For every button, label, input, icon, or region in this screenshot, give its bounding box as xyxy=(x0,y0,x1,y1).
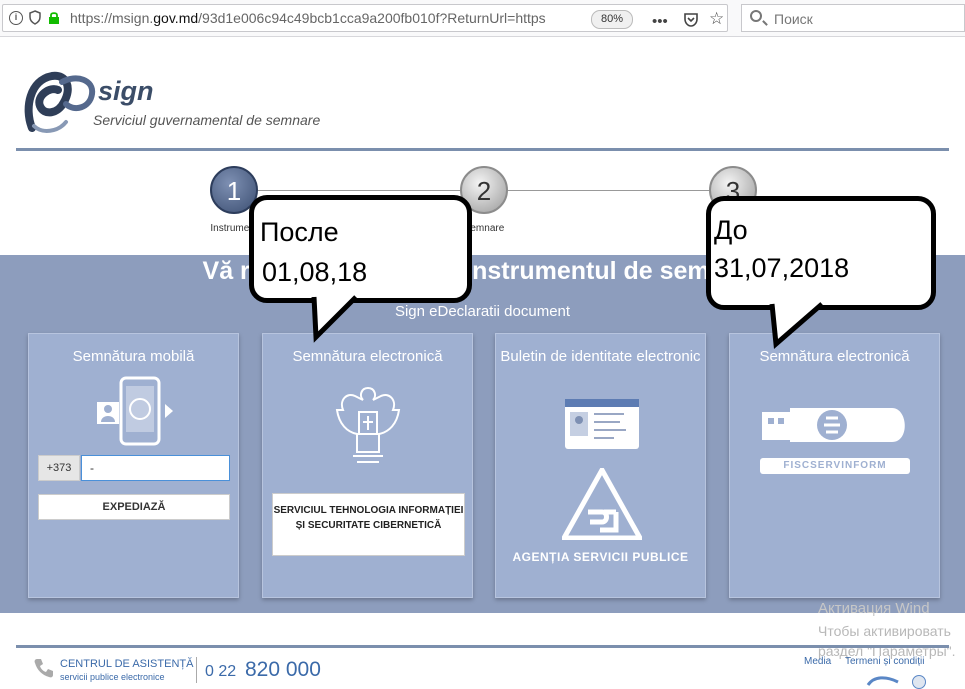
support-phone-prefix: 0 22 xyxy=(205,663,237,680)
annotation-after-line2: 01,08,18 xyxy=(262,257,368,287)
footer-divider xyxy=(16,645,949,648)
partner-logo-icon[interactable] xyxy=(866,674,900,687)
bubble-tail xyxy=(769,302,824,350)
windows-activation-line: Чтобы активировать xyxy=(818,623,951,639)
logo-subtitle: Serviciul guvernamental de semnare xyxy=(93,112,321,128)
logo-wordmark: sign xyxy=(98,76,154,106)
phone-icon xyxy=(34,659,53,678)
address-bar[interactable]: i https://msign.gov.md/93d1e006c94c49bcb… xyxy=(2,4,728,32)
id-card-icon xyxy=(565,399,639,449)
bubble-tail xyxy=(311,295,358,343)
search-icon xyxy=(750,10,762,22)
annotation-after-line1: После xyxy=(260,217,339,247)
send-button[interactable]: EXPEDIAZĂ xyxy=(38,494,230,520)
header-divider xyxy=(16,148,949,151)
card-title: Semnătura electronică xyxy=(292,348,443,365)
zoom-badge[interactable]: 80% xyxy=(591,10,633,29)
support-title[interactable]: CENTRUL DE ASISTENȚĂ xyxy=(60,658,193,670)
footer-link-media[interactable]: Media xyxy=(804,656,831,667)
msign-logo-icon[interactable] xyxy=(22,68,102,138)
url-text[interactable]: https://msign.gov.md/93d1e006c94c49bcb1c… xyxy=(70,10,555,26)
country-code-prefix: +373 xyxy=(38,455,80,481)
brand-label: FISCSERVINFORM xyxy=(783,460,887,471)
support-subtitle: servicii publice electronice xyxy=(60,672,165,682)
card-electronic-signature-fisc[interactable]: Semnătura electronică FISCSERVINFORM xyxy=(729,333,940,598)
step-connector xyxy=(508,190,710,191)
lock-icon[interactable] xyxy=(48,11,60,25)
annotation-before-line1: До xyxy=(714,215,748,245)
info-icon[interactable]: i xyxy=(9,11,23,25)
page-actions-icon[interactable]: ••• xyxy=(652,13,668,30)
support-phone-number[interactable]: 820 000 xyxy=(245,658,321,682)
card-electronic-signature-stisc[interactable]: Semnătura electronică SERVICIUL TEHNOLOG… xyxy=(262,333,473,598)
brand-badge: FISCSERVINFORM xyxy=(760,458,910,474)
footer-separator xyxy=(196,657,197,683)
moldova-coat-of-arms-icon xyxy=(335,386,401,463)
footer-link-terms[interactable]: Termeni și condiții xyxy=(845,656,924,667)
card-mobile-signature[interactable]: Semnătura mobilă +373 - EXPEDIAZĂ xyxy=(28,333,239,598)
card-title: Semnătura mobilă xyxy=(72,348,195,365)
usb-token-icon xyxy=(762,408,905,442)
card-title: Buletin de identitate electronic xyxy=(500,348,701,365)
card-title: Semnătura electronică xyxy=(759,348,910,365)
shield-icon[interactable] xyxy=(29,10,41,25)
search-input[interactable]: Поиск xyxy=(741,4,965,32)
bookmark-star-icon[interactable]: ☆ xyxy=(709,9,724,29)
pocket-icon[interactable] xyxy=(683,12,699,28)
windows-activation-title: Активация Wind xyxy=(818,600,930,617)
provider-label-box: SERVICIUL TEHNOLOGIA INFORMAȚIEI ȘI SECU… xyxy=(272,493,465,556)
mobile-phone-icon xyxy=(97,376,173,446)
card-electronic-id[interactable]: Buletin de identitate electronic AGENȚIA… xyxy=(495,333,706,598)
search-placeholder: Поиск xyxy=(774,11,813,27)
phone-number-input[interactable]: - xyxy=(81,455,230,481)
browser-toolbar: i https://msign.gov.md/93d1e006c94c49bcb… xyxy=(0,0,965,37)
annotation-before-line2: 31,07,2018 xyxy=(714,253,850,283)
step-connector xyxy=(258,190,460,191)
agency-label: AGENȚIA SERVICII PUBLICE xyxy=(512,550,689,564)
asp-logo-icon xyxy=(562,468,642,540)
